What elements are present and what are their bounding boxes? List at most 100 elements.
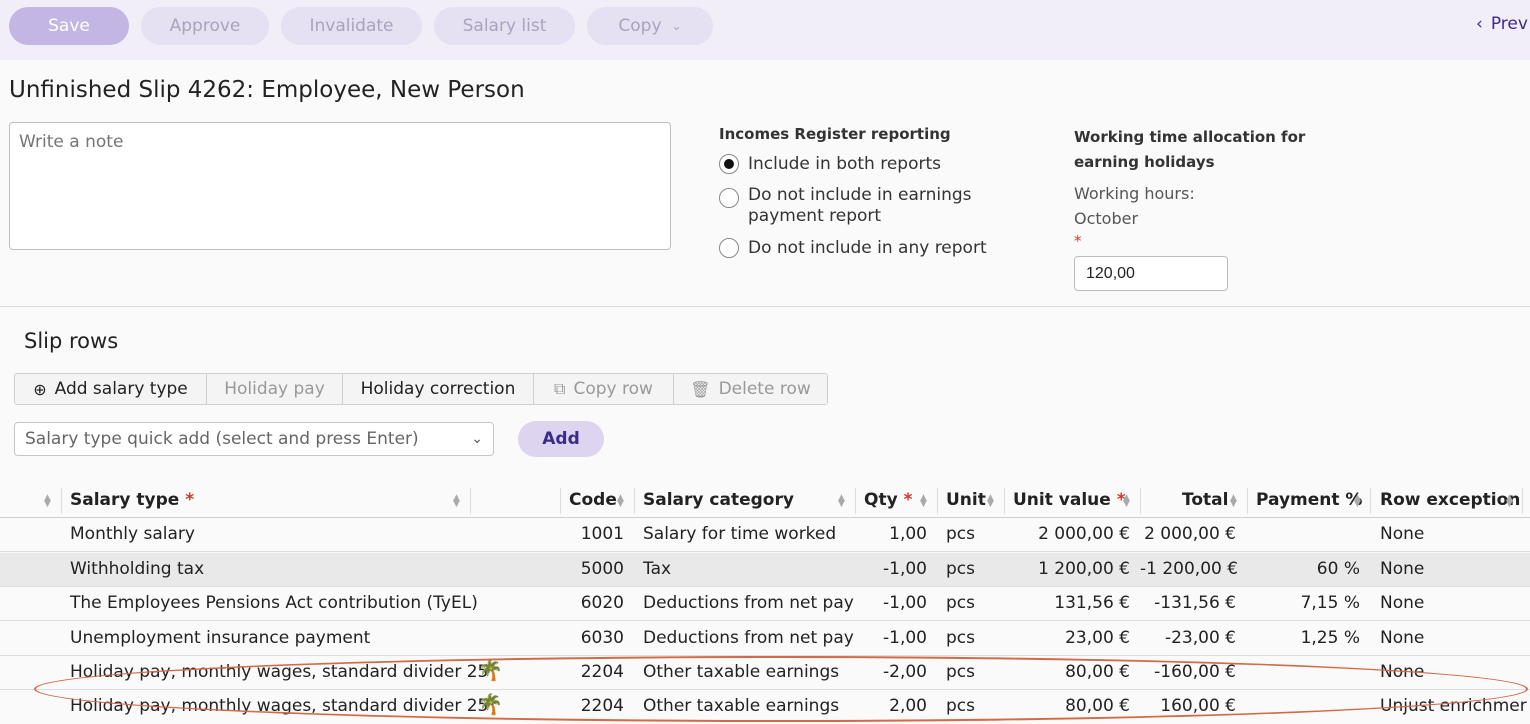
- column-separator: [937, 488, 938, 514]
- sort-icon[interactable]: ▲ ▼: [453, 494, 460, 509]
- working-hours-input[interactable]: [1074, 256, 1228, 291]
- add-button[interactable]: Add: [518, 421, 604, 457]
- column-separator: [1247, 488, 1248, 514]
- cell-unit: pcs: [946, 628, 975, 648]
- copy-dropdown-button[interactable]: Copy ⌄: [587, 7, 713, 45]
- cell-row-exception: None: [1380, 628, 1425, 648]
- table-row[interactable]: Holiday pay, monthly wages, standard div…: [0, 656, 1530, 690]
- radio-exclude-earnings[interactable]: Do not include in earnings payment repor…: [719, 185, 989, 227]
- radio-selected-icon: [719, 154, 739, 174]
- chevron-down-icon: ⌄: [471, 431, 483, 447]
- cell-salary-type: Holiday pay, monthly wages, standard div…: [70, 696, 489, 716]
- table-row[interactable]: Holiday pay, monthly wages, standard div…: [0, 690, 1530, 724]
- prev-link[interactable]: ‹ Prev: [1476, 14, 1528, 34]
- column-separator: [61, 488, 62, 514]
- column-header-row-exception[interactable]: Row exception: [1380, 490, 1520, 510]
- save-button[interactable]: Save: [9, 7, 129, 45]
- section-divider: [0, 306, 1530, 307]
- column-header-code[interactable]: Code: [569, 490, 617, 510]
- column-separator: [1140, 488, 1141, 514]
- holiday-correction-button[interactable]: Holiday correction: [343, 374, 534, 404]
- cell-salary-type: Withholding tax: [70, 559, 205, 579]
- cell-unit: pcs: [946, 593, 975, 613]
- slip-rows-title: Slip rows: [24, 329, 119, 353]
- cell-qty: 2,00: [889, 696, 927, 716]
- sort-icon[interactable]: ▲ ▼: [987, 494, 994, 509]
- cell-total: 160,00 €: [1160, 696, 1236, 716]
- radio-exclude-all[interactable]: Do not include in any report: [719, 238, 987, 258]
- column-header-total[interactable]: Total: [1182, 490, 1228, 510]
- cell-unit: pcs: [946, 662, 975, 682]
- sort-icon[interactable]: ▲ ▼: [1506, 494, 1513, 509]
- column-header-salary-category[interactable]: Salary category: [643, 490, 794, 510]
- salary-list-button[interactable]: Salary list: [434, 7, 575, 45]
- cell-qty: -1,00: [883, 559, 927, 579]
- cell-code: 6020: [580, 593, 624, 613]
- palm-tree-icon: 🌴: [478, 692, 503, 716]
- sort-icon[interactable]: ▲ ▼: [617, 494, 624, 509]
- cell-salary-category: Deductions from net pay: [643, 628, 854, 648]
- holiday-pay-label: Holiday pay: [224, 379, 325, 399]
- table-row[interactable]: The Employees Pensions Act contribution …: [0, 587, 1530, 621]
- cell-total: 2 000,00 €: [1144, 524, 1236, 544]
- table-row[interactable]: Monthly salary 1001 Salary for time work…: [0, 518, 1530, 552]
- column-separator: [470, 488, 471, 514]
- table-row[interactable]: Unemployment insurance payment 6030 Dedu…: [0, 622, 1530, 656]
- incomes-register-title: Incomes Register reporting: [719, 125, 951, 143]
- column-header-unit[interactable]: Unit: [946, 490, 986, 510]
- sort-icon[interactable]: ▲ ▼: [838, 494, 845, 509]
- column-header-salary-type[interactable]: Salary type *: [70, 490, 194, 510]
- cell-salary-category: Salary for time worked: [643, 524, 837, 544]
- table-header: ▲ ▼ Salary type * ▲ ▼ Code ▲ ▼ Salary categ…: [0, 482, 1530, 518]
- invalidate-button[interactable]: Invalidate: [281, 7, 422, 45]
- column-header-unit-value[interactable]: Unit value *: [1013, 490, 1126, 510]
- cell-salary-category: Other taxable earnings: [643, 662, 840, 682]
- delete-row-button[interactable]: 🗑 Delete row: [674, 374, 827, 404]
- cell-qty: -1,00: [883, 593, 927, 613]
- cell-total: -160,00 €: [1154, 662, 1236, 682]
- working-hours-month: October: [1074, 209, 1139, 228]
- toolbar: Save Approve Invalidate Salary list Copy…: [0, 0, 1530, 60]
- column-separator: [560, 488, 561, 514]
- approve-button[interactable]: Approve: [141, 7, 269, 45]
- working-hours-label: Working hours:: [1074, 184, 1195, 203]
- sort-icon[interactable]: ▲ ▼: [1354, 494, 1361, 509]
- holiday-pay-button[interactable]: Holiday pay: [207, 374, 343, 404]
- radio-unselected-icon: [719, 238, 739, 258]
- cell-unit-value: 1 200,00 €: [1038, 559, 1130, 579]
- plus-circle-icon: ⊕: [33, 379, 47, 399]
- palm-tree-icon: 🌴: [478, 658, 503, 682]
- column-separator: [1004, 488, 1005, 514]
- column-separator: [1370, 488, 1371, 514]
- radio-label: Do not include in earnings payment repor…: [748, 185, 972, 226]
- chevron-down-icon: ⌄: [671, 19, 682, 33]
- cell-row-exception: None: [1380, 559, 1425, 579]
- copy-label: Copy: [618, 16, 662, 36]
- copy-row-button[interactable]: ⧉ Copy row: [534, 374, 674, 404]
- add-salary-type-button[interactable]: ⊕ Add salary type: [15, 374, 207, 404]
- cell-unit: pcs: [946, 524, 975, 544]
- table-row[interactable]: Withholding tax 5000 Tax -1,00 pcs 1 200…: [0, 553, 1530, 587]
- cell-payment-percent: 1,25 %: [1300, 628, 1360, 648]
- cell-unit-value: 80,00 €: [1065, 662, 1130, 682]
- cell-code: 6030: [580, 628, 624, 648]
- radio-include-both[interactable]: Include in both reports: [719, 154, 941, 174]
- sort-icon[interactable]: ▲ ▼: [920, 494, 927, 509]
- column-separator: [1522, 488, 1523, 514]
- cell-row-exception: None: [1380, 524, 1425, 544]
- column-header-payment-percent[interactable]: Payment %: [1256, 490, 1362, 510]
- cell-qty: -1,00: [883, 628, 927, 648]
- sort-icon[interactable]: ▲ ▼: [1123, 494, 1130, 509]
- sort-icon[interactable]: ▲ ▼: [44, 494, 51, 509]
- cell-row-exception: None: [1380, 593, 1425, 613]
- holiday-correction-label: Holiday correction: [360, 379, 516, 399]
- delete-row-label: Delete row: [718, 379, 811, 399]
- cell-salary-type: Holiday pay, monthly wages, standard div…: [70, 662, 489, 682]
- note-textarea[interactable]: [9, 122, 671, 250]
- column-header-qty[interactable]: Qty *: [864, 490, 912, 510]
- sort-icon[interactable]: ▲ ▼: [1230, 494, 1237, 509]
- cell-code: 2204: [580, 696, 624, 716]
- required-mark: *: [1074, 232, 1082, 250]
- cell-unit: pcs: [946, 696, 975, 716]
- salary-type-quick-add-select[interactable]: Salary type quick add (select and press …: [14, 422, 494, 456]
